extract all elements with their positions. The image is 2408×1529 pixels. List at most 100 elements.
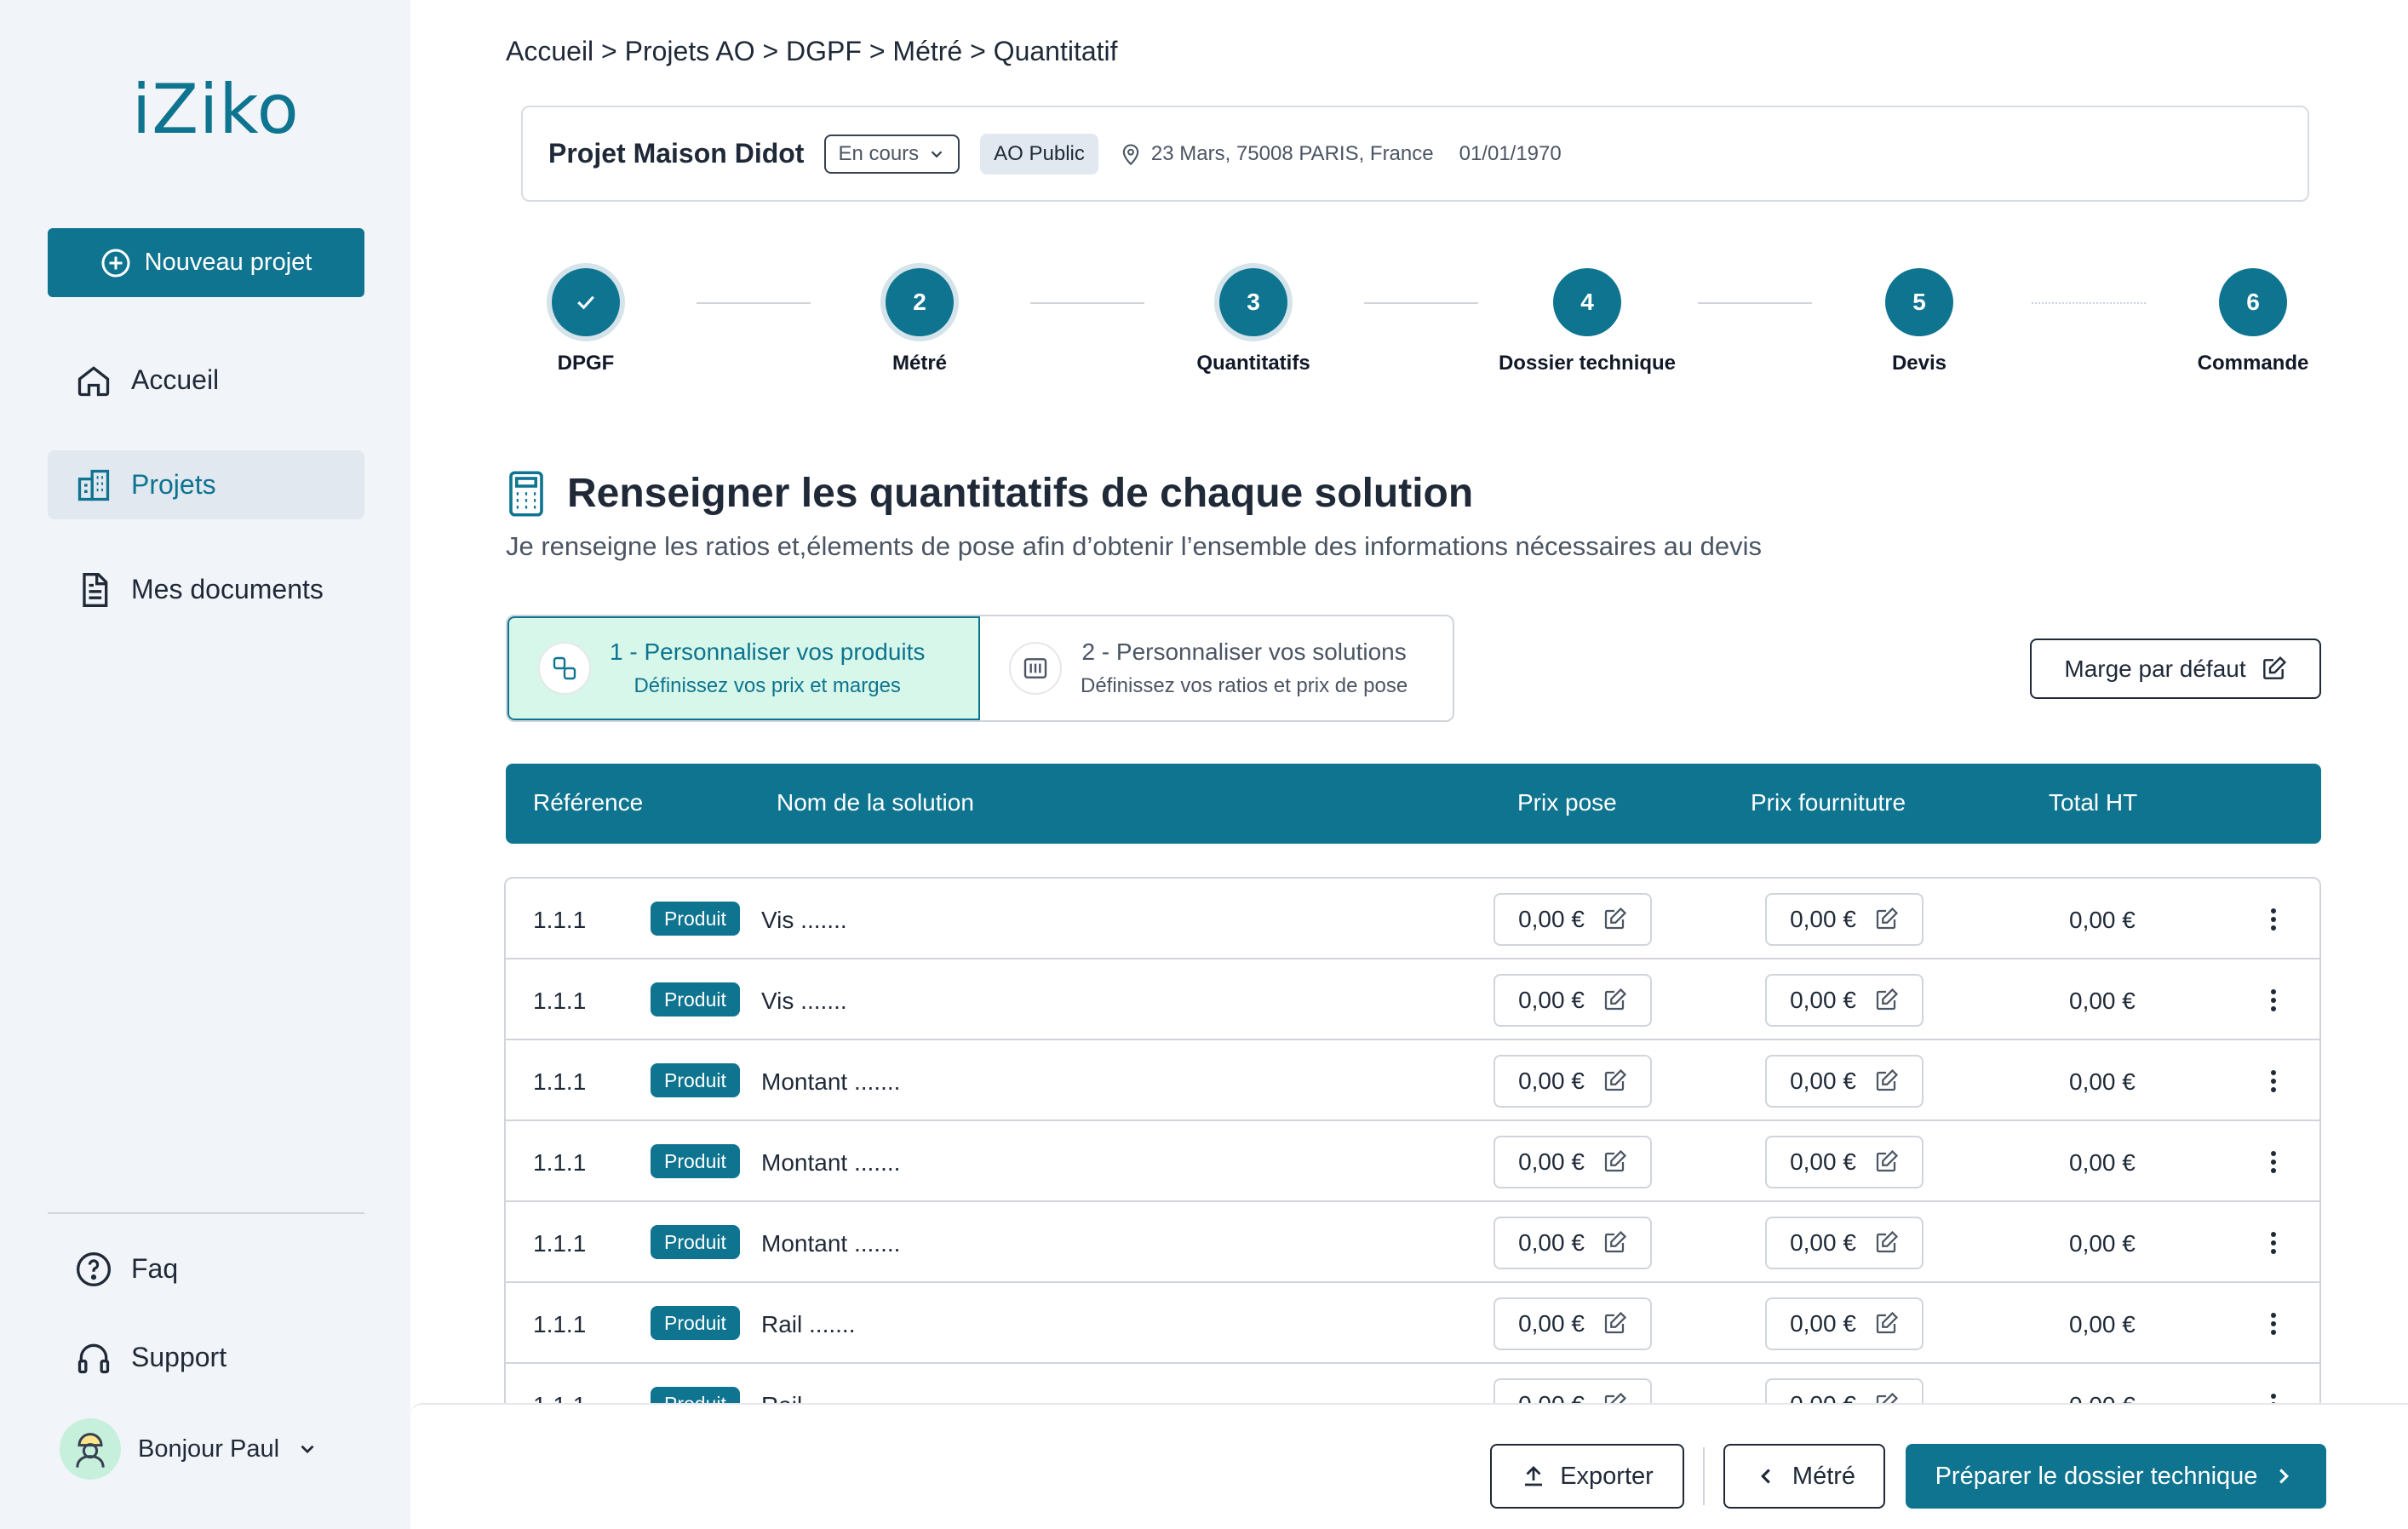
tab-products[interactable]: 1 - Personnaliser vos produits Définisse… <box>507 616 980 720</box>
plus-circle-icon <box>101 249 130 277</box>
step-metre[interactable]: 2 Métré <box>792 268 1047 375</box>
grid-icon <box>1023 658 1047 679</box>
back-metre-button[interactable]: Métré <box>1723 1444 1885 1509</box>
step-circle: 2 <box>886 268 954 336</box>
prix-fourniture-field[interactable]: 0,00 € <box>1765 974 1924 1027</box>
prix-pose-value: 0,00 € <box>1518 906 1585 932</box>
tab-title: 1 - Personnaliser vos produits <box>610 639 926 665</box>
prix-pose-field[interactable]: 0,00 € <box>1494 1055 1652 1108</box>
row-solution-name: Vis ....... <box>761 988 847 1014</box>
table-row: 1.1.1 Produit Montant ....... 0,00 € 0,00 € 0… <box>506 1121 2319 1202</box>
tab-solutions[interactable]: 2 - Personnaliser vos solutions Définiss… <box>980 616 1453 720</box>
table-row: 1.1.1 Produit Montant ....... 0,00 € 0,00 € 0… <box>506 1040 2319 1121</box>
step-dpgf[interactable]: DPGF <box>458 268 714 375</box>
prix-fourniture-field[interactable]: 0,00 € <box>1765 1217 1924 1269</box>
sidebar-item-accueil[interactable]: Accueil <box>48 346 364 415</box>
prix-pose-field[interactable]: 0,00 € <box>1494 974 1652 1027</box>
breadcrumb[interactable]: Accueil > Projets AO > DGPF > Métré > Qu… <box>506 36 1118 67</box>
prix-pose-value: 0,00 € <box>1518 1310 1585 1337</box>
chevron-left-icon <box>1760 1469 1770 1484</box>
step-quantitatifs[interactable]: 3 Quantitatifs <box>1126 268 1381 375</box>
step-circle: 6 <box>2219 268 2287 336</box>
row-menu-button[interactable] <box>2258 904 2289 935</box>
more-vertical-icon <box>2271 1232 2276 1254</box>
prix-fourniture-field[interactable]: 0,00 € <box>1765 1055 1924 1108</box>
row-reference: 1.1.1 <box>533 1311 587 1337</box>
new-project-button[interactable]: Nouveau projet <box>48 228 364 297</box>
col-total-ht[interactable]: Total HT <box>2049 789 2137 816</box>
edit-icon <box>1876 1068 1899 1091</box>
row-total-ht: 0,00 € <box>2069 1068 2136 1095</box>
prix-pose-value: 0,00 € <box>1518 1229 1585 1256</box>
more-vertical-icon <box>2271 1151 2276 1173</box>
row-reference: 1.1.1 <box>533 907 587 933</box>
export-button[interactable]: Exporter <box>1490 1444 1684 1509</box>
more-vertical-icon <box>2271 1070 2276 1092</box>
row-total-ht: 0,00 € <box>2069 988 2136 1014</box>
tab-title: 2 - Personnaliser vos solutions <box>1081 639 1407 665</box>
col-prix-fourniture[interactable]: Prix fournitutre <box>1751 789 1906 816</box>
tab-icon-wrap <box>1009 642 1062 695</box>
prix-fourniture-field[interactable]: 0,00 € <box>1765 1378 1924 1403</box>
step-circle: 5 <box>1885 268 1953 336</box>
row-reference: 1.1.1 <box>533 988 587 1014</box>
prix-pose-field[interactable]: 0,00 € <box>1494 1136 1652 1188</box>
sidebar-item-projets[interactable]: Projets <box>48 450 364 519</box>
sidebar-item-label: Faq <box>131 1253 179 1284</box>
sidebar-item-support[interactable]: Support <box>48 1323 364 1392</box>
project-info-bar: Projet Maison Didot En cours AO Public 2… <box>521 106 2309 202</box>
app-logo[interactable]: iZiko <box>132 70 300 149</box>
prix-fourniture-field[interactable]: 0,00 € <box>1765 893 1924 946</box>
row-menu-button[interactable] <box>2258 1309 2289 1339</box>
row-menu-button[interactable] <box>2258 1147 2289 1177</box>
chevron-right-icon <box>2279 1469 2290 1484</box>
row-reference: 1.1.1 <box>533 1230 587 1257</box>
row-menu-button[interactable] <box>2258 985 2289 1016</box>
worker-avatar-icon <box>76 1433 105 1468</box>
product-badge: Produit <box>651 902 740 936</box>
row-menu-button[interactable] <box>2258 1228 2289 1258</box>
user-greeting: Bonjour Paul <box>138 1435 280 1463</box>
step-dossier-technique[interactable]: 4 Dossier technique <box>1459 268 1715 375</box>
edit-icon <box>1604 1311 1627 1334</box>
prix-fourniture-field[interactable]: 0,00 € <box>1765 1136 1924 1188</box>
edit-icon <box>1604 1068 1627 1091</box>
row-menu-button[interactable] <box>2258 1066 2289 1097</box>
edit-icon <box>2262 656 2286 679</box>
more-vertical-icon <box>2271 989 2276 1011</box>
row-solution-name: Montant ....... <box>761 1068 901 1095</box>
step-circle <box>552 268 620 336</box>
more-vertical-icon <box>2271 1313 2276 1335</box>
sidebar-item-documents[interactable]: Mes documents <box>48 555 364 624</box>
calculator-icon <box>509 470 543 517</box>
prepare-dossier-button[interactable]: Préparer le dossier technique <box>1906 1444 2326 1509</box>
map-pin-icon <box>1122 144 1139 165</box>
product-badge: Produit <box>651 1144 740 1178</box>
user-menu[interactable]: Bonjour Paul <box>60 1418 318 1480</box>
prix-fourniture-field[interactable]: 0,00 € <box>1765 1297 1924 1350</box>
step-circle: 4 <box>1553 268 1621 336</box>
new-project-label: Nouveau projet <box>144 249 312 276</box>
sidebar-item-faq[interactable]: Faq <box>48 1234 364 1303</box>
page-subtitle: Je renseigne les ratios et,élements de p… <box>506 531 1763 561</box>
step-devis[interactable]: 5 Devis <box>1792 268 2047 375</box>
prix-fourniture-value: 0,00 € <box>1790 1229 1856 1256</box>
col-reference[interactable]: Référence <box>533 789 643 816</box>
prix-pose-field[interactable]: 0,00 € <box>1494 1378 1652 1403</box>
default-margin-button[interactable]: Marge par défaut <box>2030 639 2321 699</box>
prix-fourniture-value: 0,00 € <box>1790 1148 1856 1175</box>
document-icon <box>83 572 108 607</box>
sidebar-item-label: Accueil <box>131 364 220 395</box>
building-icon <box>77 469 110 501</box>
headphones-icon <box>77 1343 110 1373</box>
product-badge: Produit <box>651 1225 740 1259</box>
prix-pose-field[interactable]: 0,00 € <box>1494 1217 1652 1269</box>
col-prix-pose[interactable]: Prix pose <box>1517 789 1617 816</box>
prix-pose-field[interactable]: 0,00 € <box>1494 1297 1652 1350</box>
step-label: Dossier technique <box>1498 352 1677 375</box>
step-commande[interactable]: 6 Commande <box>2125 268 2381 375</box>
prix-pose-field[interactable]: 0,00 € <box>1494 893 1652 946</box>
status-select[interactable]: En cours <box>824 134 960 174</box>
row-solution-name: Rail ....... <box>761 1311 856 1337</box>
col-solution-name[interactable]: Nom de la solution <box>777 789 974 816</box>
